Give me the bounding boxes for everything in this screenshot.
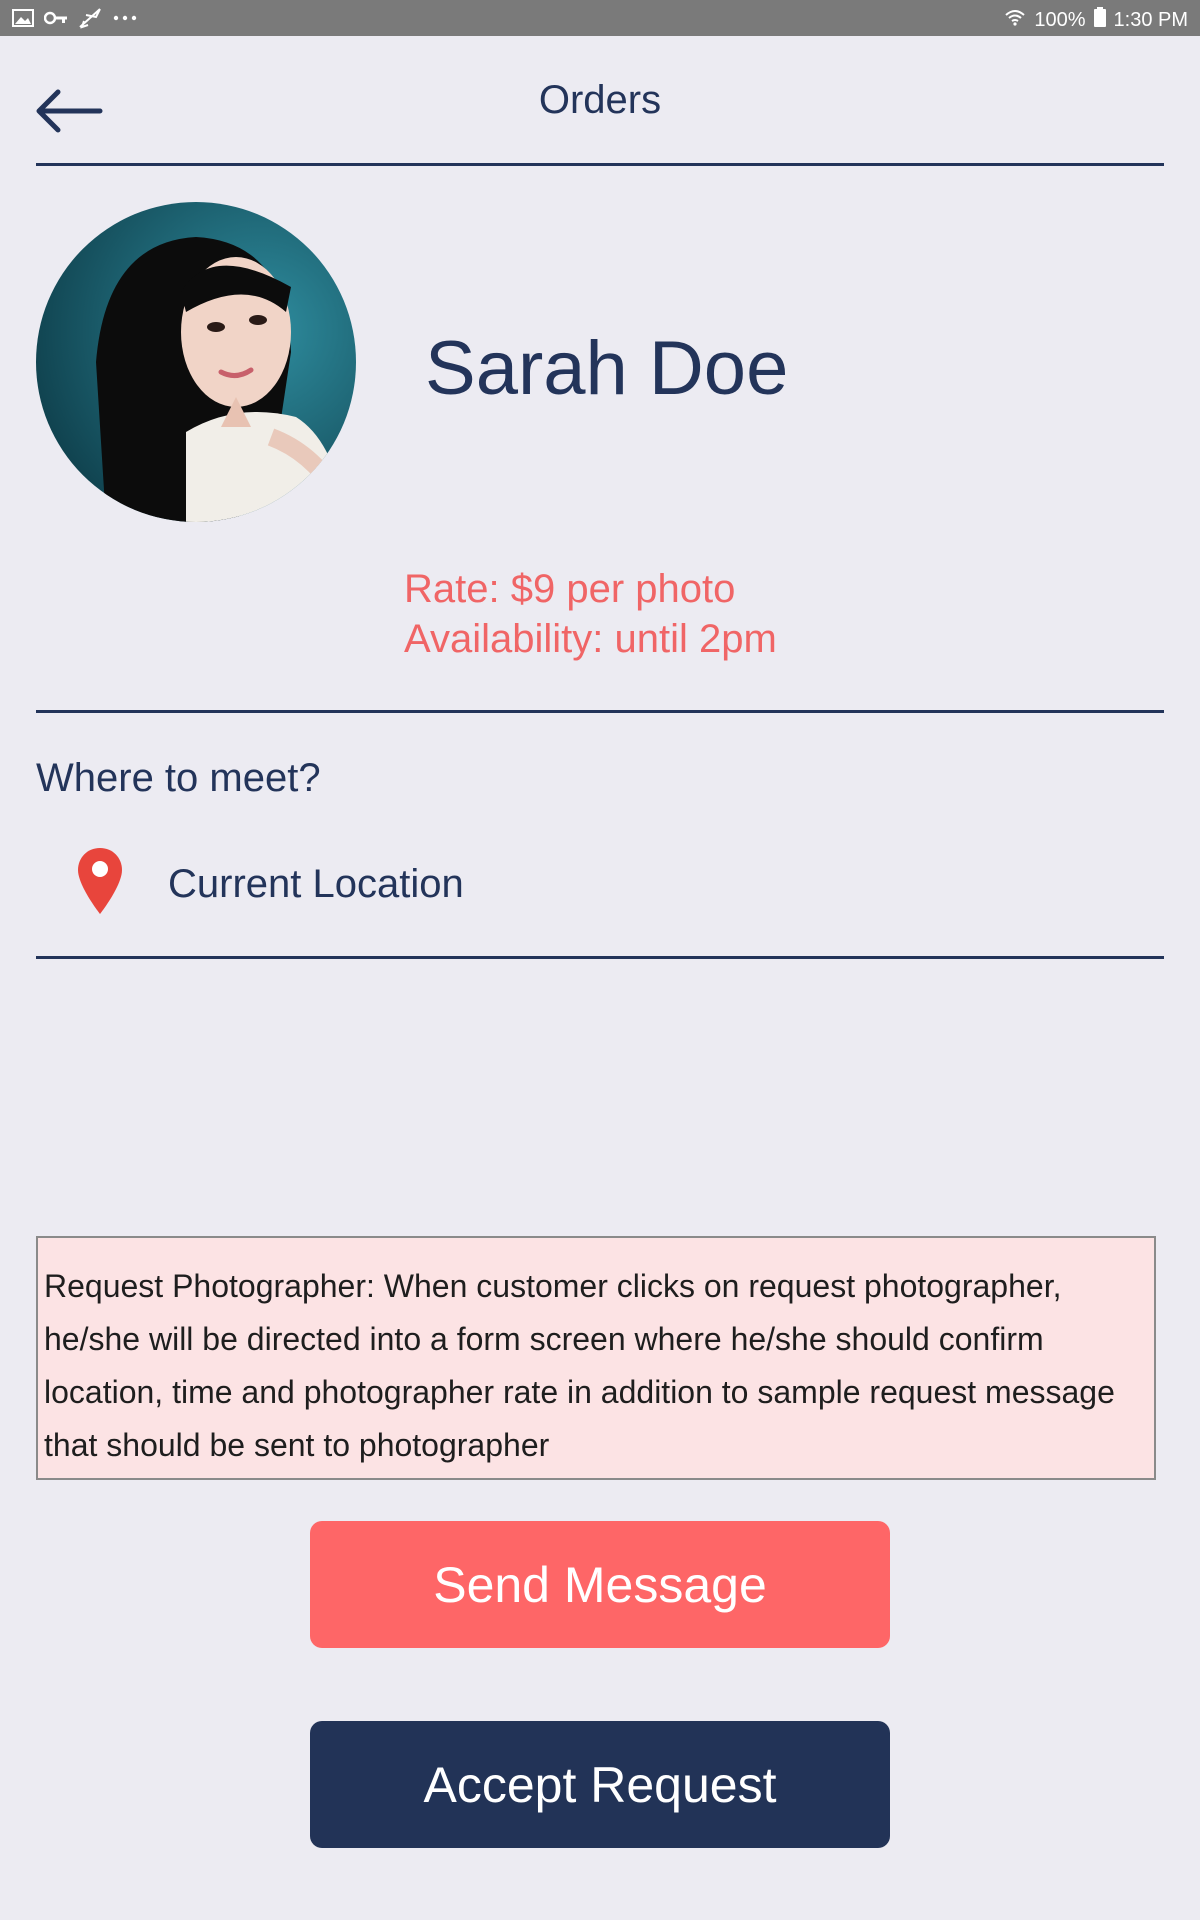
send-message-button[interactable]: Send Message [310, 1521, 890, 1648]
profile-divider [36, 710, 1164, 713]
arrow-left-icon [34, 89, 104, 140]
clock: 1:30 PM [1113, 8, 1188, 31]
avatar [36, 202, 356, 522]
accept-request-button[interactable]: Accept Request [310, 1721, 890, 1848]
wifi-icon [1004, 8, 1026, 32]
header: Orders [0, 36, 1200, 166]
battery-icon [1093, 7, 1106, 33]
image-icon [12, 8, 34, 33]
status-bar-right: 100% 1:30 PM [1004, 7, 1188, 33]
status-bar-left [12, 7, 138, 34]
battery-percent: 100% [1034, 8, 1086, 31]
location-row[interactable] [76, 846, 124, 921]
key-icon [43, 8, 68, 33]
location-text[interactable]: Current Location [168, 862, 464, 907]
page-title: Orders [538, 78, 662, 122]
rate-info: Rate: $9 per photo Availability: until 2… [404, 564, 777, 664]
location-pin-icon [76, 846, 124, 921]
meet-section-title: Where to meet? [36, 756, 321, 800]
airplane-icon [78, 7, 102, 34]
annotation-note: Request Photographer: When customer clic… [36, 1236, 1156, 1480]
location-divider [36, 956, 1164, 959]
rate-text: Rate: $9 per photo [404, 567, 736, 611]
status-bar: 100% 1:30 PM [0, 0, 1200, 36]
more-dots-icon [112, 8, 138, 33]
availability-text: Availability: until 2pm [404, 617, 777, 661]
header-divider [36, 163, 1164, 166]
profile-name: Sarah Doe [425, 326, 789, 411]
